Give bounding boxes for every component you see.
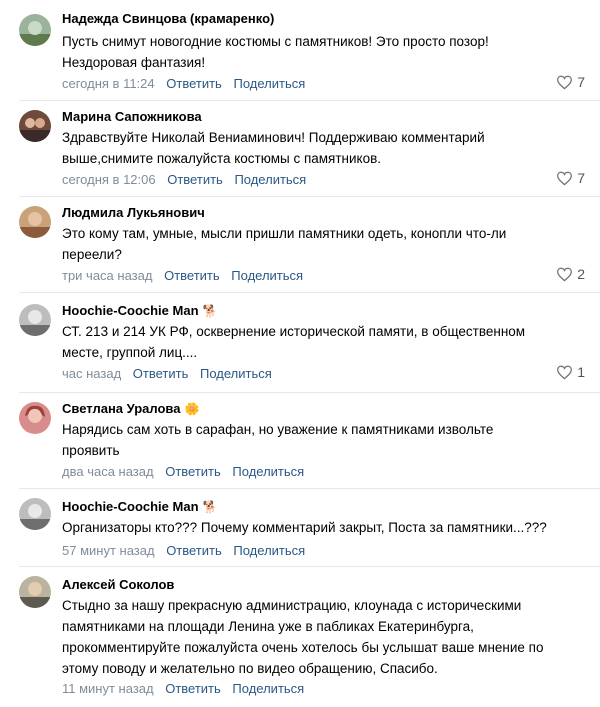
like-count: 7: [577, 74, 585, 90]
comment-text: Это кому там, умные, мысли пришли памятн…: [62, 226, 507, 262]
comment-text: Пусть снимут новогодние костюмы с памятн…: [62, 34, 489, 70]
comment-text: Нарядись сам хоть в сарафан, но уважение…: [62, 422, 494, 458]
avatar[interactable]: [19, 402, 51, 434]
reply-button[interactable]: Ответить: [165, 681, 221, 696]
avatar[interactable]: [19, 576, 51, 608]
like-button[interactable]: 7: [556, 170, 585, 186]
avatar[interactable]: [19, 498, 51, 530]
reply-button[interactable]: Ответить: [165, 464, 221, 479]
author-name[interactable]: Алексей Соколов: [62, 577, 174, 592]
comment-meta: 57 минут назад Ответить Поделиться: [62, 543, 305, 558]
author-name[interactable]: Светлана Уралова 🌼: [62, 401, 199, 416]
share-button[interactable]: Поделиться: [233, 76, 305, 91]
timestamp[interactable]: 57 минут назад: [62, 543, 155, 558]
timestamp[interactable]: сегодня в 12:06: [62, 172, 156, 187]
comment-text: СТ. 213 и 214 УК РФ, осквернение историч…: [62, 324, 526, 360]
timestamp[interactable]: 11 минут назад: [62, 681, 154, 696]
divider: [19, 392, 600, 393]
dog-emoji-icon: 🐕: [202, 500, 218, 514]
divider: [19, 292, 600, 293]
like-count: 2: [577, 266, 585, 282]
timestamp[interactable]: три часа назад: [62, 268, 152, 283]
like-count: 1: [577, 364, 585, 380]
comment-meta: час назад Ответить Поделиться: [62, 366, 272, 381]
divider: [19, 488, 600, 489]
comment-text: Стыдно за нашу прекрасную администрацию,…: [62, 598, 544, 676]
comment-meta: сегодня в 11:24 Ответить Поделиться: [62, 76, 305, 91]
author-name[interactable]: Hoochie-Coochie Man 🐕: [62, 499, 217, 514]
timestamp[interactable]: два часа назад: [62, 464, 154, 479]
reply-button[interactable]: Ответить: [166, 543, 222, 558]
like-button[interactable]: 2: [556, 266, 585, 282]
avatar[interactable]: [19, 14, 51, 46]
comment-meta: три часа назад Ответить Поделиться: [62, 268, 303, 283]
comment-meta: 11 минут назад Ответить Поделиться: [62, 681, 304, 696]
dog-emoji-icon: 🐕: [202, 304, 218, 318]
like-count: 7: [577, 170, 585, 186]
author-name[interactable]: Людмила Лукьянович: [62, 205, 205, 220]
heart-icon: [557, 171, 573, 186]
heart-icon: [557, 267, 573, 282]
reply-button[interactable]: Ответить: [166, 76, 222, 91]
share-button[interactable]: Поделиться: [234, 172, 306, 187]
flower-emoji-icon: 🌼: [184, 402, 200, 416]
reply-button[interactable]: Ответить: [133, 366, 189, 381]
divider: [19, 196, 600, 197]
heart-icon: [557, 365, 573, 380]
author-name[interactable]: Марина Сапожникова: [62, 109, 202, 124]
avatar[interactable]: [19, 110, 51, 142]
share-button[interactable]: Поделиться: [200, 366, 272, 381]
author-name[interactable]: Надежда Свинцова (крамаренко): [62, 11, 274, 26]
author-name[interactable]: Hoochie-Coochie Man 🐕: [62, 303, 217, 318]
timestamp[interactable]: сегодня в 11:24: [62, 76, 155, 91]
like-button[interactable]: 1: [556, 364, 585, 380]
divider: [19, 566, 600, 567]
timestamp[interactable]: час назад: [62, 366, 121, 381]
share-button[interactable]: Поделиться: [232, 681, 304, 696]
reply-button[interactable]: Ответить: [164, 268, 220, 283]
divider: [19, 100, 600, 101]
comment-text: Организаторы кто??? Почему комментарий з…: [62, 520, 547, 535]
avatar[interactable]: [19, 304, 51, 336]
comment-meta: сегодня в 12:06 Ответить Поделиться: [62, 172, 306, 187]
like-button[interactable]: 7: [556, 74, 585, 90]
avatar[interactable]: [19, 206, 51, 238]
comment-meta: два часа назад Ответить Поделиться: [62, 464, 304, 479]
reply-button[interactable]: Ответить: [167, 172, 223, 187]
heart-icon: [557, 75, 573, 90]
share-button[interactable]: Поделиться: [232, 464, 304, 479]
comment-text: Здравствуйте Николай Вениаминович! Подде…: [62, 130, 485, 166]
share-button[interactable]: Поделиться: [231, 268, 303, 283]
share-button[interactable]: Поделиться: [233, 543, 305, 558]
